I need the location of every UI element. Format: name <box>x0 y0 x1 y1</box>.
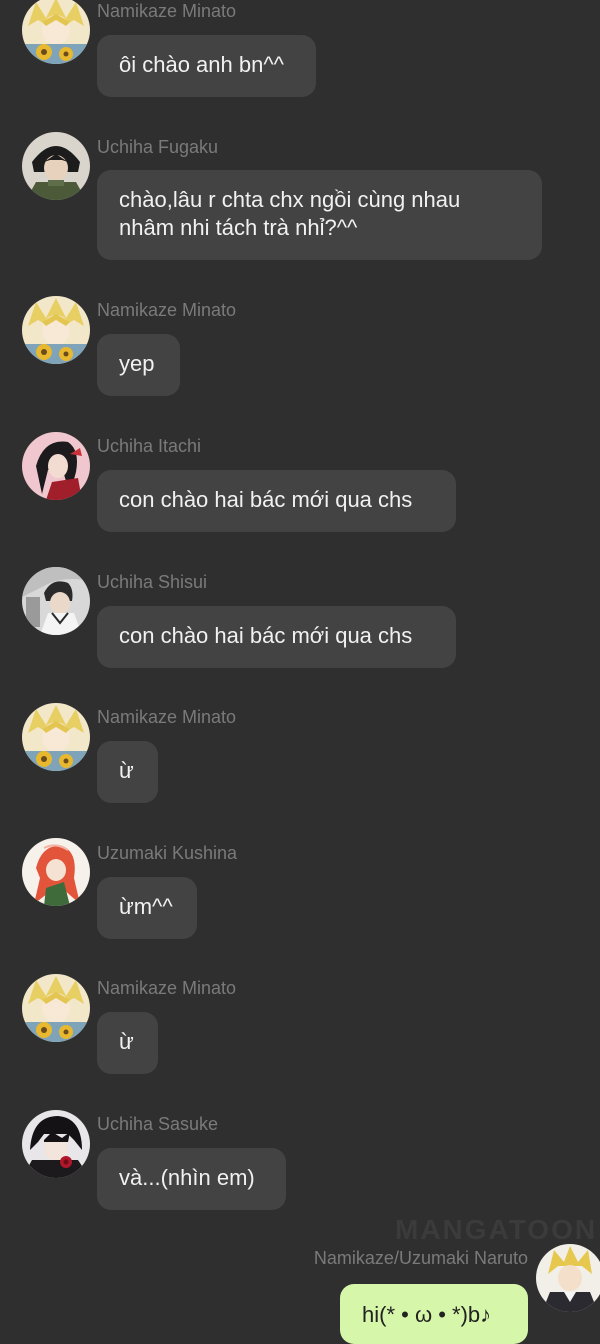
sender-name: Uchiha Sasuke <box>97 1114 219 1134</box>
sender-name: Uchiha Itachi <box>97 436 202 456</box>
message-bubble[interactable]: ôi chào anh bn^^ <box>97 35 316 97</box>
message-bubble[interactable]: chào,lâu r chta chx ngồi cùng nhau nhâm … <box>97 170 542 260</box>
sender-name: Namikaze Minato <box>97 978 237 998</box>
sender-name: Uchiha Shisui <box>97 572 208 592</box>
minato-avatar[interactable] <box>22 296 90 364</box>
self-sender-name: Namikaze/Uzumaki Naruto <box>313 1248 528 1268</box>
sender-name: Uchiha Fugaku <box>97 137 219 157</box>
message-bubble[interactable]: con chào hai bác mới qua chs <box>97 470 456 532</box>
minato-avatar[interactable] <box>22 703 90 771</box>
sender-name: Uzumaki Kushina <box>97 843 238 863</box>
sender-name: Namikaze Minato <box>97 707 237 727</box>
minato-avatar[interactable] <box>22 974 90 1042</box>
fugaku-avatar[interactable] <box>22 132 90 200</box>
sasuke-avatar[interactable] <box>22 1110 90 1178</box>
self-message-bubble[interactable]: hi(* • ω • *)b♪ <box>340 1284 528 1344</box>
sender-name: Namikaze Minato <box>97 1 237 21</box>
message-bubble[interactable]: ừ <box>97 741 158 803</box>
message-bubble[interactable]: yep <box>97 334 180 396</box>
shisui-avatar[interactable] <box>22 567 90 635</box>
kushina-avatar[interactable] <box>22 838 90 906</box>
sender-name: Namikaze Minato <box>97 300 237 320</box>
minato-avatar[interactable] <box>22 0 90 64</box>
itachi-avatar[interactable] <box>22 432 90 500</box>
naruto-avatar[interactable] <box>536 1244 600 1312</box>
message-bubble[interactable]: con chào hai bác mới qua chs <box>97 606 456 668</box>
message-bubble[interactable]: ừm^^ <box>97 877 197 939</box>
watermark: MANGATOON <box>395 1214 598 1245</box>
message-bubble[interactable]: và...(nhìn em) <box>97 1148 286 1210</box>
message-bubble[interactable]: ừ <box>97 1012 158 1074</box>
